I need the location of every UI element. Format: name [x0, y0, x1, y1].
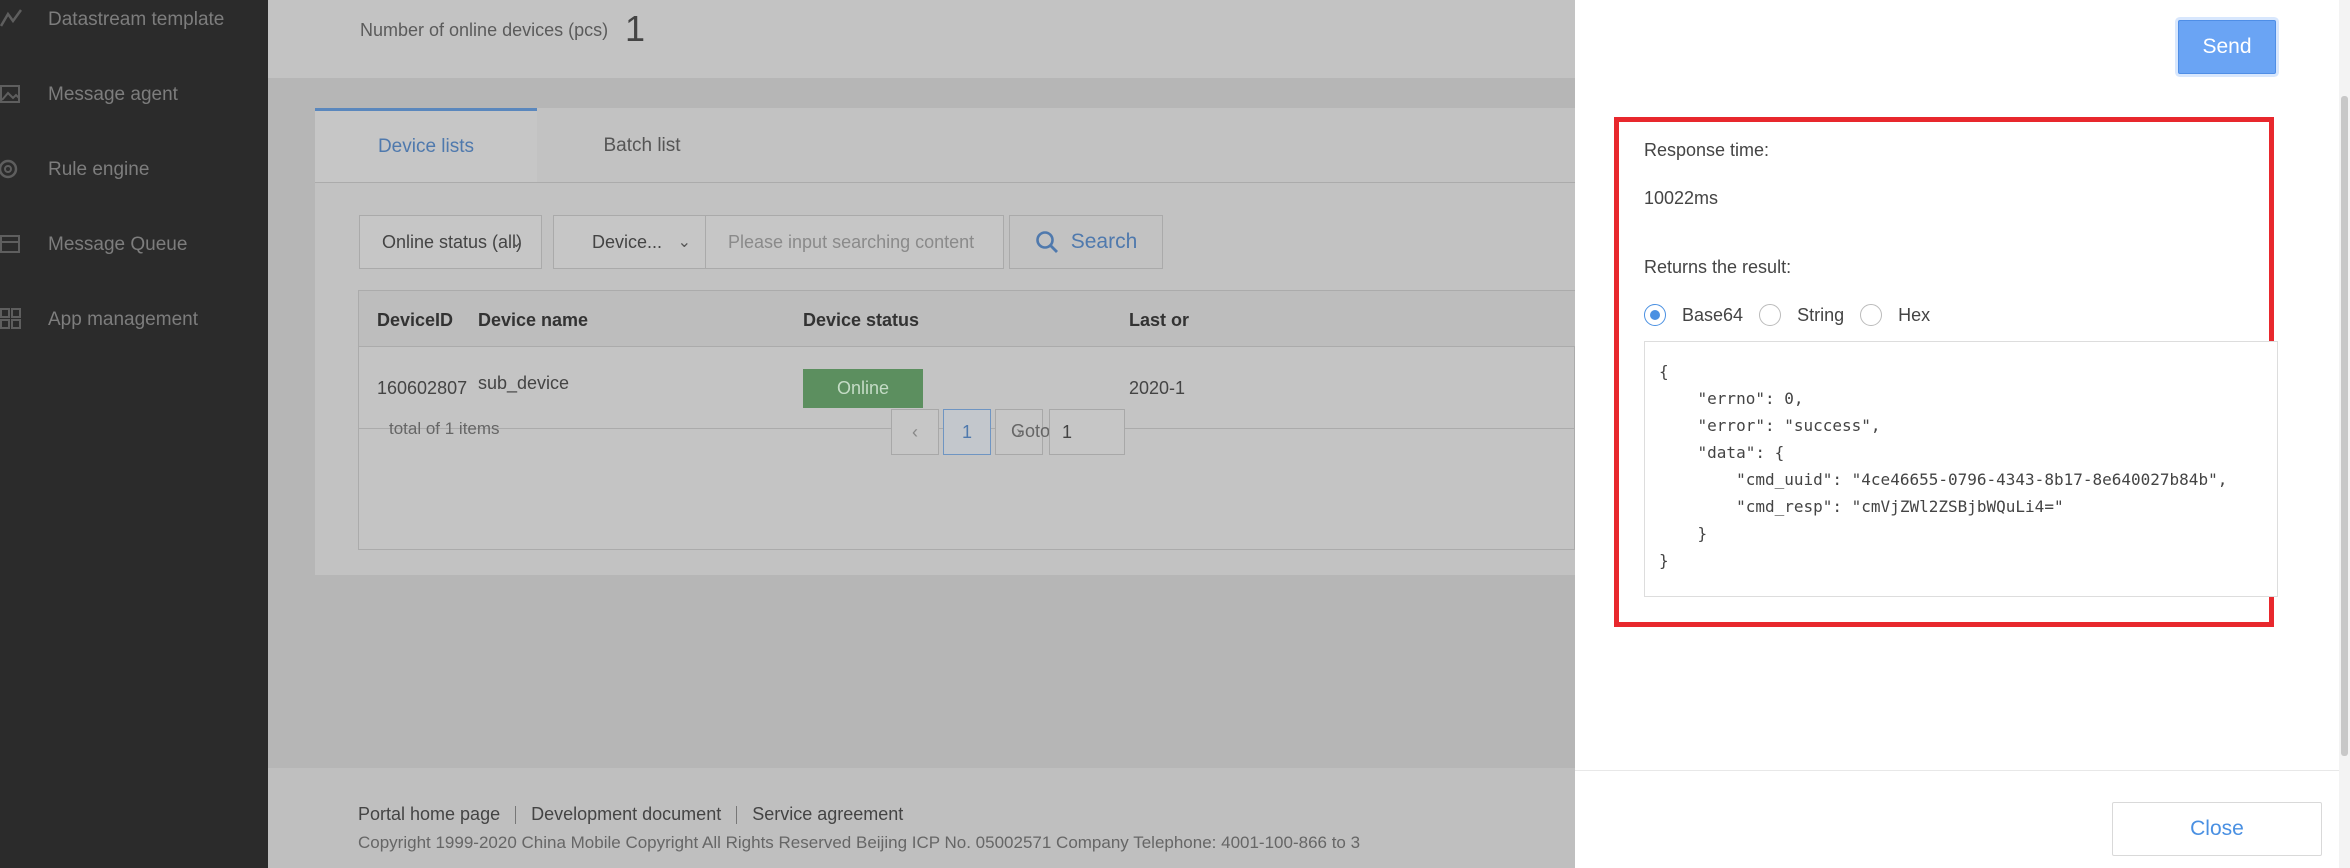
radio-string[interactable] [1759, 304, 1782, 326]
format-radio-group: Base64 String Hex [1644, 304, 1946, 326]
queue-icon [0, 235, 20, 253]
format-label: Base64 [1682, 304, 1744, 325]
page-button-1[interactable]: 1 [943, 409, 991, 455]
search-button[interactable]: Search [1009, 215, 1163, 269]
search-button-label: Search [1070, 230, 1138, 253]
status-badge: Online [803, 369, 923, 408]
sidebar-item-label: App management [48, 309, 198, 330]
format-label: String [1797, 304, 1845, 325]
device-card: Device lists Batch list Online status (a… [315, 108, 1576, 575]
sidebar-item-label: Message Queue [48, 234, 188, 255]
sidebar-item-message-agent[interactable]: Message agent [0, 75, 268, 115]
image-icon [0, 85, 20, 103]
chevron-down-icon: ⌄ [509, 234, 523, 251]
device-name-cell: sub_device [478, 373, 570, 393]
format-label: Hex [1898, 304, 1931, 325]
online-devices-label: Number of online devices (pcs) [360, 20, 609, 40]
sidebar-item-label: Rule engine [48, 159, 150, 180]
sidebar: Datastream template Message agent Rule e… [0, 0, 268, 868]
device-table: DeviceID Device name Device status Last … [358, 290, 1576, 550]
chevron-down-icon: ⌄ [677, 234, 691, 251]
tab-divider [315, 182, 1575, 183]
portal-home-link[interactable]: Portal home page [358, 804, 500, 825]
tab-device-lists[interactable]: Device lists [315, 108, 537, 183]
radio-hex[interactable] [1860, 304, 1883, 326]
result-label: Returns the result: [1644, 257, 1792, 277]
sidebar-item-message-queue[interactable]: Message Queue [0, 225, 268, 265]
online-status-select[interactable]: Online status (all) ⌄ [359, 215, 542, 269]
sidebar-item-rule-engine[interactable]: Rule engine [0, 150, 268, 190]
search-icon [1035, 231, 1058, 253]
link-separator [736, 805, 738, 824]
response-panel: Response time: 10022ms Returns the resul… [1614, 117, 2278, 627]
online-summary: Number of online devices (pcs) 1 [268, 0, 1575, 78]
send-button[interactable]: Send [2178, 20, 2276, 74]
last-online-cell: 2020-1 [1129, 378, 1186, 398]
chart-line-icon [0, 9, 22, 27]
tab-batch-list[interactable]: Batch list [537, 108, 747, 183]
format-option-string[interactable]: String [1759, 304, 1844, 326]
drawer-scrollbar-thumb[interactable] [2341, 96, 2348, 756]
drawer-footer-divider [1575, 770, 2339, 771]
column-header: Device name [478, 310, 589, 330]
search-field-value: Device... [592, 231, 663, 252]
prev-page-button[interactable]: ‹ [891, 409, 939, 455]
online-devices-count: 1 [625, 8, 646, 49]
sidebar-item-label: Message agent [48, 84, 178, 105]
grid-icon [0, 308, 21, 329]
goto-page-input[interactable]: 1 [1049, 409, 1125, 455]
link-separator [515, 805, 517, 824]
response-time-value: 10022ms [1644, 188, 1719, 208]
command-drawer: Send Response time: 10022ms Returns the … [1575, 0, 2350, 868]
footer: Portal home page Development document Se… [268, 768, 1575, 868]
column-header: Last or [1129, 310, 1190, 330]
radio-base64[interactable] [1644, 304, 1666, 326]
total-items: total of 1 items [389, 419, 500, 438]
response-time-label: Response time: [1644, 140, 1770, 160]
table-header: DeviceID Device name Device status Last … [359, 291, 1576, 347]
column-header: Device status [803, 310, 920, 330]
main-content: Number of online devices (pcs) 1 Device … [268, 0, 1576, 868]
format-option-base64[interactable]: Base64 [1644, 304, 1743, 326]
search-input[interactable]: Please input searching content [706, 215, 1004, 269]
device-id-cell: 160602807 [377, 378, 468, 398]
close-button[interactable]: Close [2112, 802, 2322, 856]
copyright-text: Copyright 1999-2020 China Mobile Copyrig… [358, 833, 1361, 852]
footer-links: Portal home page Development document Se… [358, 804, 903, 825]
sidebar-item-label: Datastream template [48, 9, 225, 30]
column-header: DeviceID [377, 310, 454, 330]
goto-label: Goto [1011, 421, 1051, 441]
online-status-value: Online status (all) [382, 231, 523, 252]
format-option-hex[interactable]: Hex [1860, 304, 1930, 326]
sidebar-item-app-management[interactable]: App management [0, 300, 268, 340]
gear-icon [0, 159, 18, 179]
development-document-link[interactable]: Development document [531, 804, 721, 825]
search-field-select[interactable]: Device... ⌄ [553, 215, 706, 269]
sidebar-item-datastream-template[interactable]: Datastream template [0, 0, 268, 40]
result-output[interactable]: { "errno": 0, "error": "success", "data"… [1644, 341, 2278, 597]
service-agreement-link[interactable]: Service agreement [752, 804, 903, 825]
